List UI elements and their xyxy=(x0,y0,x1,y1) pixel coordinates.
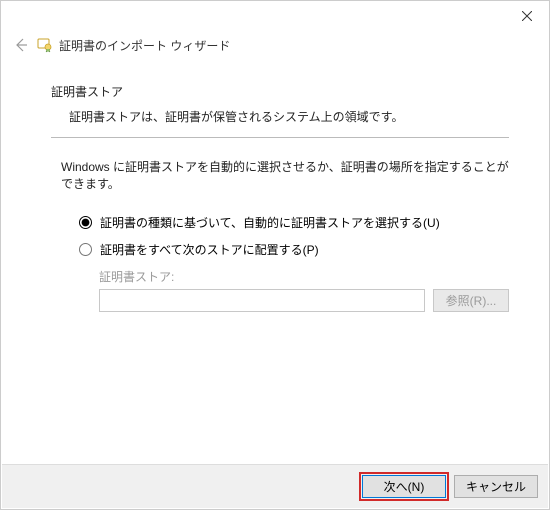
back-button[interactable] xyxy=(11,35,31,55)
divider xyxy=(51,137,509,138)
back-arrow-icon xyxy=(13,37,29,53)
browse-button: 参照(R)... xyxy=(433,289,509,312)
section-description: 証明書ストアは、証明書が保管されるシステム上の領域です。 xyxy=(51,108,509,135)
radio-manual-select[interactable]: 証明書をすべて次のストアに配置する(P) xyxy=(79,241,509,258)
next-button[interactable]: 次へ(N) xyxy=(362,475,446,498)
certificate-icon xyxy=(37,37,53,53)
radio-auto-input[interactable] xyxy=(79,216,92,229)
radio-auto-select[interactable]: 証明書の種類に基づいて、自動的に証明書ストアを選択する(U) xyxy=(79,214,509,231)
content-area: 証明書ストア 証明書ストアは、証明書が保管されるシステム上の領域です。 Wind… xyxy=(1,65,549,312)
wizard-title: 証明書のインポート ウィザード xyxy=(59,37,230,54)
titlebar xyxy=(1,1,549,31)
store-path-input xyxy=(99,289,425,312)
store-label: 証明書ストア: xyxy=(99,268,509,285)
store-subsection: 証明書ストア: 参照(R)... xyxy=(51,268,509,312)
radio-group: 証明書の種類に基づいて、自動的に証明書ストアを選択する(U) 証明書をすべて次の… xyxy=(51,214,509,258)
section-title: 証明書ストア xyxy=(51,83,509,100)
radio-manual-label: 証明書をすべて次のストアに配置する(P) xyxy=(100,241,319,258)
intro-text: Windows に証明書ストアを自動的に選択させるか、証明書の場所を指定すること… xyxy=(61,158,509,192)
footer: 次へ(N) キャンセル xyxy=(2,464,548,508)
close-button[interactable] xyxy=(504,1,549,31)
radio-auto-label: 証明書の種類に基づいて、自動的に証明書ストアを選択する(U) xyxy=(100,214,440,231)
cancel-button[interactable]: キャンセル xyxy=(454,475,538,498)
wizard-header: 証明書のインポート ウィザード xyxy=(1,31,549,65)
radio-manual-input[interactable] xyxy=(79,243,92,256)
close-icon xyxy=(522,8,532,24)
